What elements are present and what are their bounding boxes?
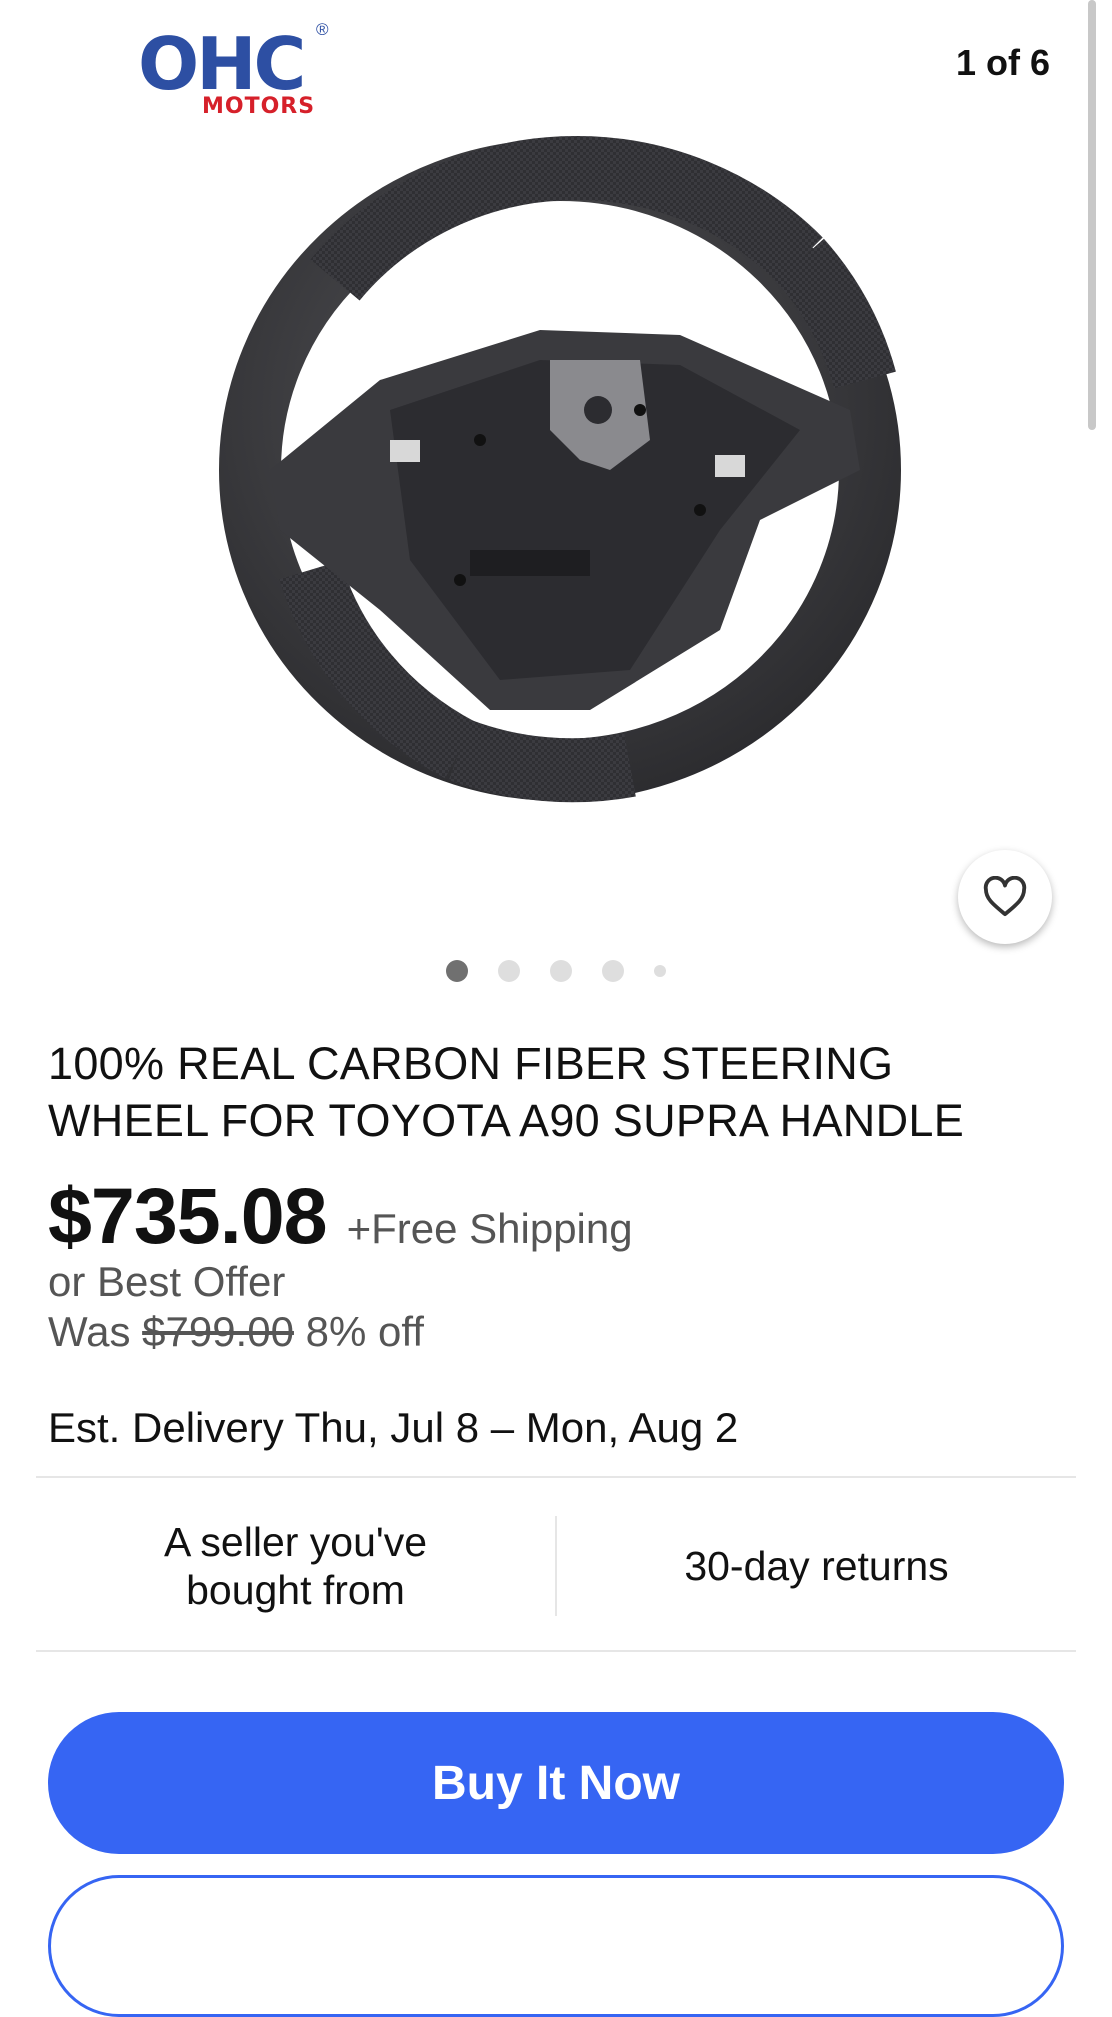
seller-info-line: bought from bbox=[186, 1567, 405, 1613]
pagination-dot[interactable] bbox=[602, 960, 624, 982]
seller-info-line: A seller you've bbox=[163, 1519, 428, 1565]
image-pagination[interactable] bbox=[0, 960, 1112, 982]
divider bbox=[36, 1476, 1076, 1478]
was-price-row: Was $799.00 8% off bbox=[48, 1308, 424, 1356]
scrollbar[interactable] bbox=[1088, 0, 1096, 430]
price: $735.08 bbox=[48, 1171, 328, 1260]
secondary-action-button[interactable] bbox=[48, 1875, 1064, 2017]
delivery-dates: Thu, Jul 8 – Mon, Aug 2 bbox=[294, 1404, 739, 1451]
watch-button[interactable] bbox=[958, 850, 1052, 944]
returns-info: 30-day returns bbox=[684, 1543, 949, 1589]
price-row: $735.08 +Free Shipping bbox=[48, 1170, 633, 1262]
seller-info: A seller you've bought from bbox=[36, 1518, 555, 1614]
steering-wheel-image[interactable] bbox=[160, 110, 960, 910]
image-counter: 1 of 6 bbox=[955, 42, 1050, 83]
ohc-motors-logo: OHC ® MOTORS bbox=[138, 20, 338, 123]
delivery-estimate: Est. Delivery Thu, Jul 8 – Mon, Aug 2 bbox=[48, 1404, 738, 1452]
seller-info-row: A seller you've bought from 30-day retur… bbox=[36, 1482, 1076, 1650]
logo-text: OHC bbox=[138, 22, 306, 106]
best-offer-text: or Best Offer bbox=[48, 1258, 286, 1305]
image-gallery[interactable]: OHC ® MOTORS 1 of 6 bbox=[0, 0, 1112, 1000]
discount-text: 8% off bbox=[305, 1308, 424, 1355]
registered-mark: ® bbox=[316, 20, 329, 39]
delivery-label: Est. Delivery bbox=[48, 1404, 284, 1451]
pagination-dot[interactable] bbox=[498, 960, 520, 982]
heart-icon bbox=[983, 876, 1027, 917]
divider bbox=[36, 1650, 1076, 1652]
pagination-dot[interactable] bbox=[654, 965, 666, 977]
original-price: $799.00 bbox=[142, 1308, 294, 1355]
buy-it-now-button[interactable]: Buy It Now bbox=[48, 1712, 1064, 1854]
listing-title: 100% REAL CARBON FIBER STEERING WHEEL FO… bbox=[48, 1038, 965, 1146]
pagination-dot[interactable] bbox=[550, 960, 572, 982]
shipping-text: +Free Shipping bbox=[346, 1205, 633, 1252]
was-label: Was bbox=[48, 1308, 131, 1355]
pagination-dot[interactable] bbox=[446, 960, 468, 982]
